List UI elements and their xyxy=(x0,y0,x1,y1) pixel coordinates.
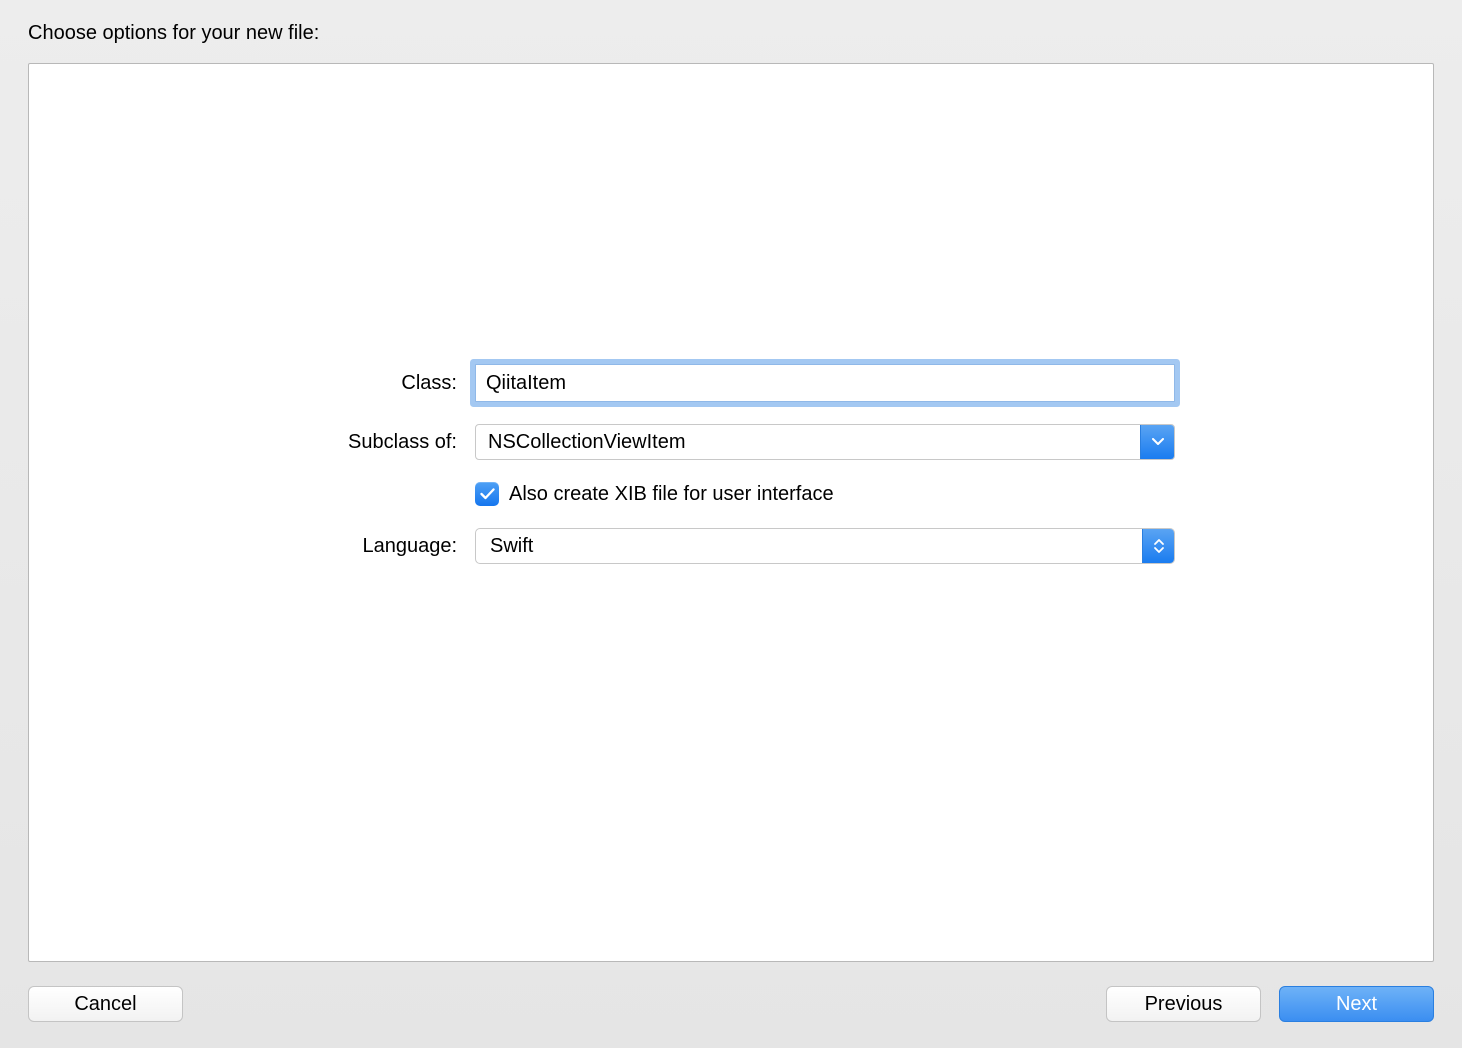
footer-toolbar: Cancel Previous Next xyxy=(28,986,1434,1022)
subclass-value: NSCollectionViewItem xyxy=(476,425,1140,459)
class-row: Class: xyxy=(29,364,1433,402)
next-button[interactable]: Next xyxy=(1279,986,1434,1022)
chevron-up-down-icon xyxy=(1153,537,1165,555)
language-row: Language: Swift xyxy=(29,528,1433,564)
footer-right-group: Previous Next xyxy=(1106,986,1434,1022)
language-label: Language: xyxy=(287,535,457,558)
language-value: Swift xyxy=(476,529,1142,563)
chevron-down-icon xyxy=(1152,438,1164,446)
options-panel: Class: Subclass of: NSCollectionViewItem xyxy=(28,63,1434,962)
new-file-options-sheet: Choose options for your new file: Class:… xyxy=(0,0,1462,1048)
subclass-label: Subclass of: xyxy=(287,431,457,454)
cancel-button[interactable]: Cancel xyxy=(28,986,183,1022)
previous-button[interactable]: Previous xyxy=(1106,986,1261,1022)
language-popup-button[interactable] xyxy=(1142,529,1174,563)
subclass-field-wrap: NSCollectionViewItem xyxy=(475,424,1175,460)
xib-checkbox-label: Also create XIB file for user interface xyxy=(509,483,834,506)
language-field-wrap: Swift xyxy=(475,528,1175,564)
subclass-dropdown-button[interactable] xyxy=(1140,425,1174,459)
sheet-title: Choose options for your new file: xyxy=(28,22,1434,45)
class-field-wrap xyxy=(475,364,1175,402)
class-label: Class: xyxy=(287,372,457,395)
class-input[interactable] xyxy=(475,364,1175,402)
language-popup[interactable]: Swift xyxy=(475,528,1175,564)
subclass-combobox[interactable]: NSCollectionViewItem xyxy=(475,424,1175,460)
xib-row: Also create XIB file for user interface xyxy=(29,482,1433,506)
subclass-row: Subclass of: NSCollectionViewItem xyxy=(29,424,1433,460)
xib-checkbox[interactable] xyxy=(475,482,499,506)
checkmark-icon xyxy=(480,488,495,500)
options-form: Class: Subclass of: NSCollectionViewItem xyxy=(29,364,1433,564)
